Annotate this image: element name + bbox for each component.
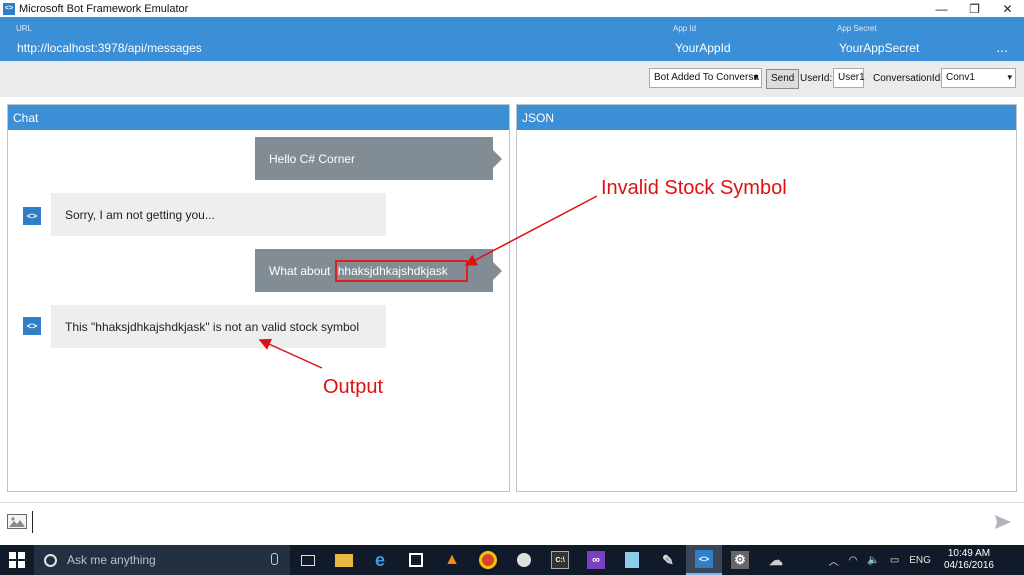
cortana-search-box[interactable]: Ask me anything: [34, 545, 290, 575]
bot-avatar-icon: <>: [23, 317, 41, 335]
appid-label: App Id: [673, 24, 697, 33]
windows-taskbar: Ask me anything e ▲ C:\ ∞ ✎ <> ⚙ ☁ ︿ ◠ 🔈…: [0, 545, 1024, 575]
taskbar-visual-studio[interactable]: ∞: [578, 545, 614, 575]
url-field[interactable]: http://localhost:3978/api/messages: [17, 41, 202, 55]
taskbar-paint[interactable]: [506, 545, 542, 575]
paint-icon: [517, 553, 531, 567]
taskbar-bot-emulator[interactable]: <>: [686, 545, 722, 575]
taskbar-settings[interactable]: ⚙: [722, 545, 758, 575]
connection-header: URL http://localhost:3978/api/messages A…: [0, 17, 1024, 61]
chat-panel: Chat Hello C# Corner <> Sorry, I am not …: [7, 104, 510, 492]
chat-panel-title: Chat: [8, 105, 509, 130]
message-input[interactable]: [32, 511, 972, 533]
store-icon: [409, 553, 423, 567]
network-icon[interactable]: ◠: [849, 555, 858, 566]
taskbar-vlc[interactable]: ▲: [434, 545, 470, 575]
gear-icon: ⚙: [731, 551, 749, 569]
microphone-icon[interactable]: [271, 553, 278, 565]
message-text: Hello C# Corner: [269, 151, 356, 166]
user-message: Hello C# Corner: [255, 137, 502, 180]
taskbar-cmd[interactable]: C:\: [542, 545, 578, 575]
task-view-button[interactable]: [290, 545, 326, 575]
taskbar-app[interactable]: ☁: [758, 545, 794, 575]
notepad-icon: [625, 552, 639, 568]
search-placeholder: Ask me anything: [67, 553, 156, 567]
taskbar-file-explorer[interactable]: [326, 545, 362, 575]
user-message: What about hhaksjdhkajshdkjask: [255, 249, 502, 292]
vlc-icon: ▲: [444, 551, 460, 568]
bot-emulator-icon: <>: [695, 550, 713, 568]
json-panel-title: JSON: [517, 105, 1016, 130]
bot-avatar-icon: <>: [23, 207, 41, 225]
close-button[interactable]: ✕: [991, 0, 1024, 17]
app-icon: ☁: [769, 551, 783, 568]
windows-logo-icon: [9, 552, 25, 568]
folder-icon: [335, 553, 353, 567]
cortana-icon: [44, 553, 57, 567]
task-view-icon: [301, 554, 315, 566]
conversationid-label: ConversationId:: [873, 73, 944, 84]
restore-button[interactable]: ❐: [958, 0, 991, 17]
message-text-prefix: What about: [269, 263, 334, 278]
highlighted-symbol: hhaksjdhkajshdkjask: [334, 259, 468, 282]
toolbar: Bot Added To Conversa ▾ Send UserId: Use…: [0, 61, 1024, 97]
conversationid-value: Conv1: [946, 72, 975, 83]
clock[interactable]: 10:49 AM 04/16/2016: [944, 548, 994, 572]
system-tray: ︿ ◠ 🔈 ▭ ENG 10:49 AM 04/16/2016: [824, 545, 994, 575]
url-label: URL: [16, 24, 33, 33]
conversationid-select[interactable]: Conv1 ▾: [941, 68, 1016, 88]
message-text: Sorry, I am not getting you...: [65, 207, 215, 222]
visual-studio-icon: ∞: [587, 551, 605, 569]
title-bar: <> Microsoft Bot Framework Emulator — ❐ …: [0, 0, 1024, 17]
battery-icon[interactable]: ▭: [890, 555, 899, 566]
message-text: This "hhaksjdhkajshdkjask" is not an val…: [65, 319, 359, 334]
message-type-value: Bot Added To Conversa: [654, 72, 759, 83]
taskbar-notepad[interactable]: [614, 545, 650, 575]
taskbar-edge[interactable]: e: [362, 545, 398, 575]
taskbar-paint-brush[interactable]: ✎: [650, 545, 686, 575]
window-title: Microsoft Bot Framework Emulator: [19, 2, 189, 15]
chevron-down-icon: ▾: [1007, 72, 1012, 82]
appsecret-label: App Secret: [837, 24, 877, 33]
userid-input[interactable]: User1: [833, 68, 865, 88]
minimize-button[interactable]: —: [925, 0, 958, 17]
taskbar-store[interactable]: [398, 545, 434, 575]
more-options-button[interactable]: ...: [996, 39, 1008, 55]
edge-icon: e: [374, 549, 385, 570]
chevron-up-icon[interactable]: ︿: [829, 553, 839, 568]
clock-date: 04/16/2016: [943, 560, 994, 571]
start-button[interactable]: [0, 545, 34, 575]
window-controls: — ❐ ✕: [925, 0, 1024, 17]
appsecret-field[interactable]: YourAppSecret: [839, 41, 919, 55]
bot-message: Sorry, I am not getting you...: [51, 193, 386, 236]
annotation-output: Output: [323, 376, 384, 398]
json-panel: JSON: [516, 104, 1017, 492]
send-icon[interactable]: [994, 513, 1012, 531]
userid-label: UserId:: [800, 73, 833, 84]
palette-icon: ✎: [662, 551, 674, 568]
chrome-icon: [479, 551, 497, 569]
clock-time: 10:49 AM: [947, 548, 991, 559]
console-icon: C:\: [551, 551, 569, 569]
taskbar-chrome[interactable]: [470, 545, 506, 575]
send-activity-button[interactable]: Send: [766, 69, 800, 89]
annotation-invalid-symbol: Invalid Stock Symbol: [601, 177, 787, 199]
image-upload-icon[interactable]: [7, 514, 27, 529]
app-icon: <>: [3, 2, 15, 15]
language-indicator[interactable]: ENG: [909, 555, 931, 566]
bot-message: This "hhaksjdhkajshdkjask" is not an val…: [51, 305, 386, 348]
message-input-bar: [0, 502, 1024, 542]
chevron-down-icon: ▾: [753, 72, 758, 82]
volume-icon[interactable]: 🔈: [867, 555, 879, 566]
appid-field[interactable]: YourAppId: [675, 41, 731, 55]
message-type-select[interactable]: Bot Added To Conversa ▾: [649, 68, 762, 88]
